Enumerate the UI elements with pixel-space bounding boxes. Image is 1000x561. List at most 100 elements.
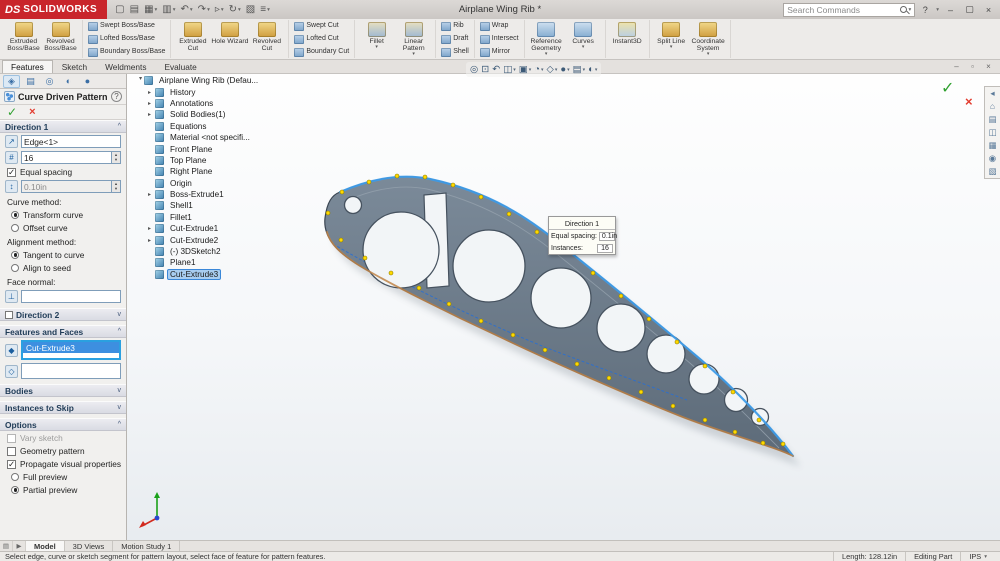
- boundary-cut-button[interactable]: Boundary Cut: [292, 46, 351, 58]
- apply-scene-icon[interactable]: ▤▾: [573, 65, 586, 75]
- redo-icon[interactable]: ↷▾: [196, 2, 212, 17]
- face-normal-field[interactable]: [21, 290, 121, 303]
- rib-button[interactable]: Rib: [439, 20, 471, 32]
- model-film-icon[interactable]: ▤: [0, 541, 13, 551]
- hole-wizard-button[interactable]: Hole Wizard ▾: [211, 20, 248, 58]
- zoom-area-icon[interactable]: ⊡▾: [481, 65, 489, 75]
- rebuild-icon[interactable]: ↻▾: [227, 2, 243, 17]
- tree-item[interactable]: ▸ Annotations: [137, 98, 249, 109]
- previous-view-icon[interactable]: ↶▾: [492, 65, 500, 75]
- draft-button[interactable]: Draft: [439, 33, 471, 45]
- mirror-button[interactable]: Mirror: [478, 46, 521, 58]
- display-style-icon[interactable]: ◔▾: [534, 65, 543, 75]
- revolved-boss-base-button[interactable]: Revolved Boss/Base ▾: [42, 20, 79, 58]
- tab-evaluate[interactable]: Evaluate: [155, 60, 205, 73]
- view-palette-icon[interactable]: ▦: [988, 141, 996, 150]
- expand-arrow-icon[interactable]: ▸: [148, 237, 155, 244]
- tree-item[interactable]: ▸ Cut-Extrude2: [137, 234, 249, 245]
- tree-item[interactable]: ▸ Cut-Extrude3: [137, 269, 249, 280]
- doc-restore-icon[interactable]: ▫: [967, 62, 978, 71]
- bodies-header[interactable]: Bodies v: [0, 384, 126, 397]
- custom-properties-icon[interactable]: ▧: [988, 167, 996, 176]
- undo-icon[interactable]: ↶▾: [179, 2, 195, 17]
- pattern-callout[interactable]: Direction 1 Equal spacing: 0.1in Instanc…: [548, 216, 616, 255]
- wing-rib-model[interactable]: [127, 74, 1000, 540]
- options-checkbox[interactable]: Propagate visual properties: [0, 457, 126, 470]
- instances-to-skip-header[interactable]: Instances to Skip v: [0, 401, 126, 414]
- displaymanager-tab-icon[interactable]: ◐: [60, 75, 77, 88]
- options-checkbox[interactable]: Vary sketch: [0, 431, 126, 444]
- features-and-faces-header[interactable]: Features and Faces ^: [0, 325, 126, 338]
- pm-cancel-button[interactable]: ×: [29, 106, 35, 118]
- tab-features[interactable]: Features: [2, 60, 53, 73]
- confirm-cancel-button[interactable]: ×: [965, 94, 973, 109]
- tab-3d-views[interactable]: 3D Views: [65, 541, 114, 551]
- options-checkbox[interactable]: Geometry pattern: [0, 444, 126, 457]
- options-icon[interactable]: ≡▾: [258, 2, 272, 17]
- callout-value[interactable]: 16: [597, 244, 613, 253]
- tree-item[interactable]: ▸ Origin: [137, 178, 249, 189]
- save-icon[interactable]: ▦▾: [142, 2, 159, 17]
- alignment-method-radio[interactable]: Align to seed: [0, 261, 126, 274]
- pm-ok-button[interactable]: ✓: [7, 105, 17, 119]
- extruded-cut-button[interactable]: Extruded Cut ▾: [174, 20, 211, 58]
- appearances-icon[interactable]: ◉: [989, 154, 996, 163]
- solidworks-resources-icon[interactable]: ⌂: [990, 102, 995, 111]
- shell-button[interactable]: Shell: [439, 46, 471, 58]
- intersect-button[interactable]: Intersect: [478, 33, 521, 45]
- wrap-button[interactable]: Wrap: [478, 20, 521, 32]
- spinner-control[interactable]: ▴▾: [112, 151, 121, 164]
- tree-item[interactable]: ▸ Front Plane: [137, 143, 249, 154]
- expand-arrow-icon[interactable]: ▸: [148, 89, 155, 96]
- direction2-checkbox[interactable]: [5, 311, 13, 319]
- tree-item[interactable]: ▸ Top Plane: [137, 155, 249, 166]
- tree-item[interactable]: ▸ (-) 3DSketch2: [137, 246, 249, 257]
- confirm-ok-button[interactable]: ✓: [941, 78, 954, 98]
- search-commands-box[interactable]: ▾: [783, 3, 915, 17]
- configurations-tab-icon[interactable]: ▤: [22, 75, 39, 88]
- doc-minimize-icon[interactable]: –: [951, 62, 962, 71]
- tree-item[interactable]: ▸ Plane1: [137, 257, 249, 268]
- edit-appearance-icon[interactable]: ●▾: [560, 65, 569, 75]
- reference-geometry-button[interactable]: Reference Geometry ▾: [528, 20, 565, 58]
- minimize-button[interactable]: –: [943, 5, 958, 15]
- preview-radio[interactable]: Partial preview: [0, 483, 126, 496]
- direction2-header[interactable]: Direction 2 v: [0, 308, 126, 321]
- tree-item[interactable]: ▸ Material <not specifi...: [137, 132, 249, 143]
- boundary-boss-base-button[interactable]: Boundary Boss/Base: [86, 46, 167, 58]
- tree-item[interactable]: ▸ Airplane Wing Rib (Defau...: [137, 75, 249, 86]
- ceta-tab-icon[interactable]: ●: [79, 75, 96, 88]
- section-view-icon[interactable]: ◫▾: [503, 65, 516, 75]
- new-document-icon[interactable]: ▢▾: [113, 2, 126, 17]
- selected-feature-item[interactable]: Cut-Extrude3: [23, 342, 119, 353]
- maximize-button[interactable]: ▢: [962, 4, 977, 15]
- zoom-fit-icon[interactable]: ◎▾: [470, 65, 478, 75]
- search-icon[interactable]: [900, 6, 907, 13]
- lofted-cut-button[interactable]: Lofted Cut: [292, 33, 351, 45]
- tab-motion-study-1[interactable]: Motion Study 1: [113, 541, 180, 551]
- open-icon[interactable]: ▤▾: [128, 2, 141, 17]
- curves-button[interactable]: Curves ▾: [565, 20, 602, 58]
- tree-item[interactable]: ▸ History: [137, 86, 249, 97]
- swept-cut-button[interactable]: Swept Cut: [292, 20, 351, 32]
- search-input[interactable]: [787, 5, 900, 15]
- linear-pattern-button[interactable]: Linear Pattern ▾: [395, 20, 432, 58]
- preview-radio[interactable]: Full preview: [0, 470, 126, 483]
- expand-arrow-icon[interactable]: ▸: [137, 77, 144, 84]
- lofted-boss-base-button[interactable]: Lofted Boss/Base: [86, 33, 167, 45]
- tree-item[interactable]: ▸ Cut-Extrude1: [137, 223, 249, 234]
- tree-item[interactable]: ▸ Right Plane: [137, 166, 249, 177]
- curve-method-radio[interactable]: Offset curve: [0, 221, 126, 234]
- revolved-cut-button[interactable]: Revolved Cut ▾: [248, 20, 285, 58]
- help-button[interactable]: ?: [919, 5, 931, 15]
- doc-close-icon[interactable]: ×: [983, 62, 994, 71]
- fillet-button[interactable]: Fillet ▾: [358, 20, 395, 58]
- tab-weldments[interactable]: Weldments: [96, 60, 155, 73]
- alignment-method-radio[interactable]: Tangent to curve: [0, 248, 126, 261]
- file-properties-icon[interactable]: ▧▾: [244, 2, 257, 17]
- faces-to-pattern-list[interactable]: [21, 363, 121, 379]
- tab-sketch[interactable]: Sketch: [53, 60, 96, 73]
- file-explorer-icon[interactable]: ◫: [988, 128, 996, 137]
- swept-boss-base-button[interactable]: Swept Boss/Base: [86, 20, 167, 32]
- tree-item[interactable]: ▸ Solid Bodies(1): [137, 109, 249, 120]
